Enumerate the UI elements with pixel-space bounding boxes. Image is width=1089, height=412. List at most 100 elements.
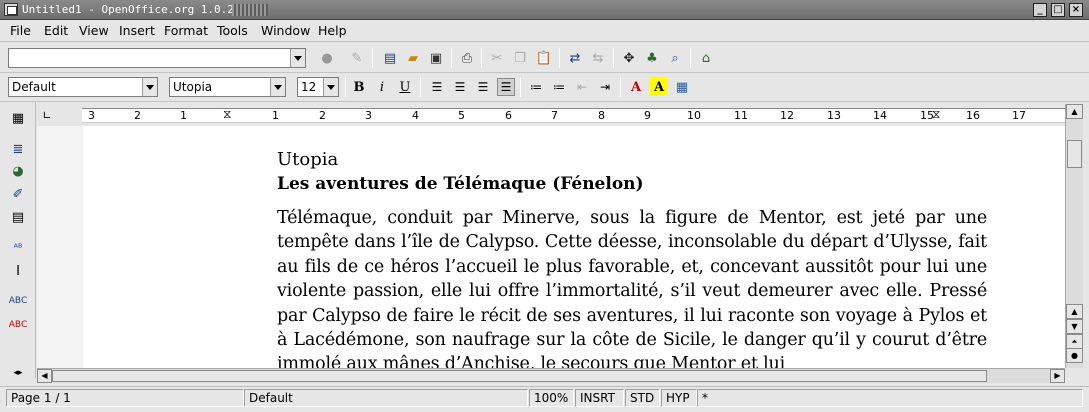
underline-button[interactable]: U	[396, 78, 414, 96]
font-name-combo[interactable]: Utopia	[169, 77, 286, 97]
insert-table-icon[interactable]: ▦	[9, 109, 27, 127]
menu-format[interactable]: Format	[164, 23, 208, 38]
selection-mode-indicator[interactable]: STD	[625, 389, 660, 407]
copy-icon[interactable]: ❐	[511, 49, 529, 67]
edit-file-icon[interactable]: ✎	[348, 49, 366, 67]
scroll-up-button[interactable]: ▲	[1066, 104, 1083, 119]
align-center-icon[interactable]: ☰	[451, 78, 469, 96]
vertical-scroll-thumb[interactable]	[1067, 140, 1082, 168]
horizontal-scrollbar[interactable]: ◀ ▶	[37, 368, 1065, 383]
numbering-icon[interactable]: ≔	[527, 78, 545, 96]
paste-icon[interactable]: 📋	[535, 49, 553, 67]
navigator-icon[interactable]: ✥	[620, 49, 638, 67]
undo-icon[interactable]: ⇄	[566, 49, 584, 67]
zoom-indicator[interactable]: 100%	[529, 389, 574, 407]
function-toolbar: ● ✎ ▤ ▰ ▣ ⎙ ✂ ❐ 📋 ⇄ ⇆ ✥ ♣ ⌕ ⌂	[0, 43, 1089, 73]
close-button[interactable]: ×	[1069, 3, 1083, 17]
font-name-dropdown-icon[interactable]	[270, 78, 285, 96]
redo-icon[interactable]: ⇆	[589, 49, 607, 67]
vertical-scrollbar[interactable]: ▲ ▲ ▼ ⏶ ●	[1065, 104, 1083, 368]
menu-edit[interactable]: Edit	[44, 23, 68, 38]
paragraph-style-value: Default	[12, 80, 56, 94]
scroll-page-up-button[interactable]: ▲	[1066, 304, 1083, 319]
document-page[interactable]: Utopia Les aventures de Télémaque (Fénel…	[83, 126, 1065, 368]
document-text[interactable]: Utopia Les aventures de Télémaque (Fénel…	[277, 148, 987, 368]
ruler-label: 4	[412, 109, 419, 122]
ruler-label: 1	[272, 109, 279, 122]
ruler-label: 14	[873, 109, 887, 122]
font-color-button[interactable]: A	[627, 78, 645, 96]
data-sources-icon[interactable]: ⌕	[666, 49, 684, 67]
font-size-dropdown-icon[interactable]	[323, 78, 338, 96]
menu-tools[interactable]: Tools	[217, 23, 248, 38]
spellcheck-icon[interactable]: ABC	[9, 292, 27, 310]
highlighting-button[interactable]: A	[650, 78, 668, 96]
window-title: Untitled1 - OpenOffice.org 1.0.2	[22, 3, 234, 16]
paragraph-style-combo[interactable]: Default	[8, 77, 158, 97]
increase-indent-icon[interactable]: ⇥	[596, 78, 614, 96]
scroll-left-toolbar-icon[interactable]: ◂▸	[9, 364, 27, 382]
decrease-indent-icon[interactable]: ⇤	[573, 78, 591, 96]
form-functions-icon[interactable]: ▤	[9, 208, 27, 226]
maximize-button[interactable]: □	[1051, 3, 1065, 17]
ruler-strip[interactable]: 3 2 1 1 2 3 4 5 6 7 8 9 10 11 12 13 14 1…	[82, 107, 1070, 123]
gallery-icon[interactable]: ⌂	[697, 49, 715, 67]
ruler-label: 10	[687, 109, 701, 122]
ruler-label: 12	[780, 109, 794, 122]
insert-mode-indicator[interactable]: INSRT	[575, 389, 624, 407]
align-left-icon[interactable]: ☰	[428, 78, 446, 96]
document-subheading[interactable]: Les aventures de Télémaque (Fénelon)	[277, 172, 987, 196]
menu-insert[interactable]: Insert	[119, 23, 155, 38]
bullets-icon[interactable]: ≔	[550, 78, 568, 96]
open-file-icon[interactable]: ▰	[404, 49, 422, 67]
cut-icon[interactable]: ✂	[488, 49, 506, 67]
new-document-icon[interactable]: ▤	[381, 49, 399, 67]
font-size-value: 12	[301, 80, 317, 94]
background-color-icon[interactable]: ▦	[673, 78, 691, 96]
previous-page-button[interactable]: ⏶	[1066, 334, 1083, 349]
ruler-label: 2	[319, 109, 326, 122]
autospellcheck-icon[interactable]: ABC	[9, 316, 27, 334]
bold-button[interactable]: B	[350, 78, 368, 96]
save-icon[interactable]: ▣	[427, 49, 445, 67]
show-draw-functions-icon[interactable]: ✐	[9, 185, 27, 203]
document-heading[interactable]: Utopia	[277, 148, 987, 172]
right-indent-marker[interactable]: ⧖	[932, 107, 940, 122]
document-area[interactable]: Utopia Les aventures de Télémaque (Fénel…	[37, 126, 1065, 368]
stylist-icon[interactable]: ♣	[643, 49, 661, 67]
formatting-toolbar: Default Utopia 12 B i U ☰ ☰ ☰ ☰ ≔ ≔ ⇤ ⇥ …	[0, 73, 1089, 102]
justify-icon[interactable]: ☰	[497, 78, 515, 96]
scroll-right-button[interactable]: ▶	[1050, 369, 1065, 383]
tab-type-icon[interactable]: ∟	[38, 106, 56, 124]
align-right-icon[interactable]: ☰	[474, 78, 492, 96]
left-indent-marker[interactable]: ⧖	[223, 107, 231, 122]
insert-object-icon[interactable]: ◕	[9, 162, 27, 180]
insert-fields-icon[interactable]: ≣	[9, 140, 27, 158]
menu-help[interactable]: Help	[318, 23, 347, 38]
menu-window[interactable]: Window	[261, 23, 310, 38]
scroll-down-button[interactable]: ▼	[1066, 319, 1083, 334]
paragraph-style-dropdown-icon[interactable]	[142, 78, 157, 96]
url-dropdown-icon[interactable]	[290, 49, 305, 67]
font-size-combo[interactable]: 12	[297, 77, 339, 97]
hyperlink-mode-indicator[interactable]: HYP	[661, 389, 697, 407]
italic-button[interactable]: i	[373, 78, 391, 96]
page-indicator[interactable]: Page 1 / 1	[6, 389, 244, 407]
url-combo[interactable]	[8, 48, 306, 68]
menu-file[interactable]: File	[10, 23, 31, 38]
stop-loading-icon[interactable]: ●	[318, 49, 336, 67]
navigation-button[interactable]: ●	[1066, 348, 1083, 363]
page-style-indicator[interactable]: Default	[244, 389, 528, 407]
ruler-label: 7	[551, 109, 558, 122]
text-cursor-icon[interactable]: I	[9, 262, 27, 280]
window-menu-icon[interactable]	[4, 3, 18, 16]
document-paragraph[interactable]: Télémaque, conduit par Minerve, sous la …	[277, 206, 987, 368]
ruler-label: 17	[1012, 109, 1026, 122]
print-icon[interactable]: ⎙	[458, 49, 476, 67]
text-autocomplete-icon[interactable]: ᴬᴮ	[9, 239, 27, 257]
menu-view[interactable]: View	[79, 23, 109, 38]
scroll-left-button[interactable]: ◀	[37, 369, 52, 383]
main-toolbar: ▦ ≣ ◕ ✐ ▤ ᴬᴮ I ABC ABC ◂▸	[0, 102, 36, 378]
minimize-button[interactable]: _	[1033, 3, 1047, 17]
horizontal-scroll-thumb[interactable]	[52, 370, 987, 382]
